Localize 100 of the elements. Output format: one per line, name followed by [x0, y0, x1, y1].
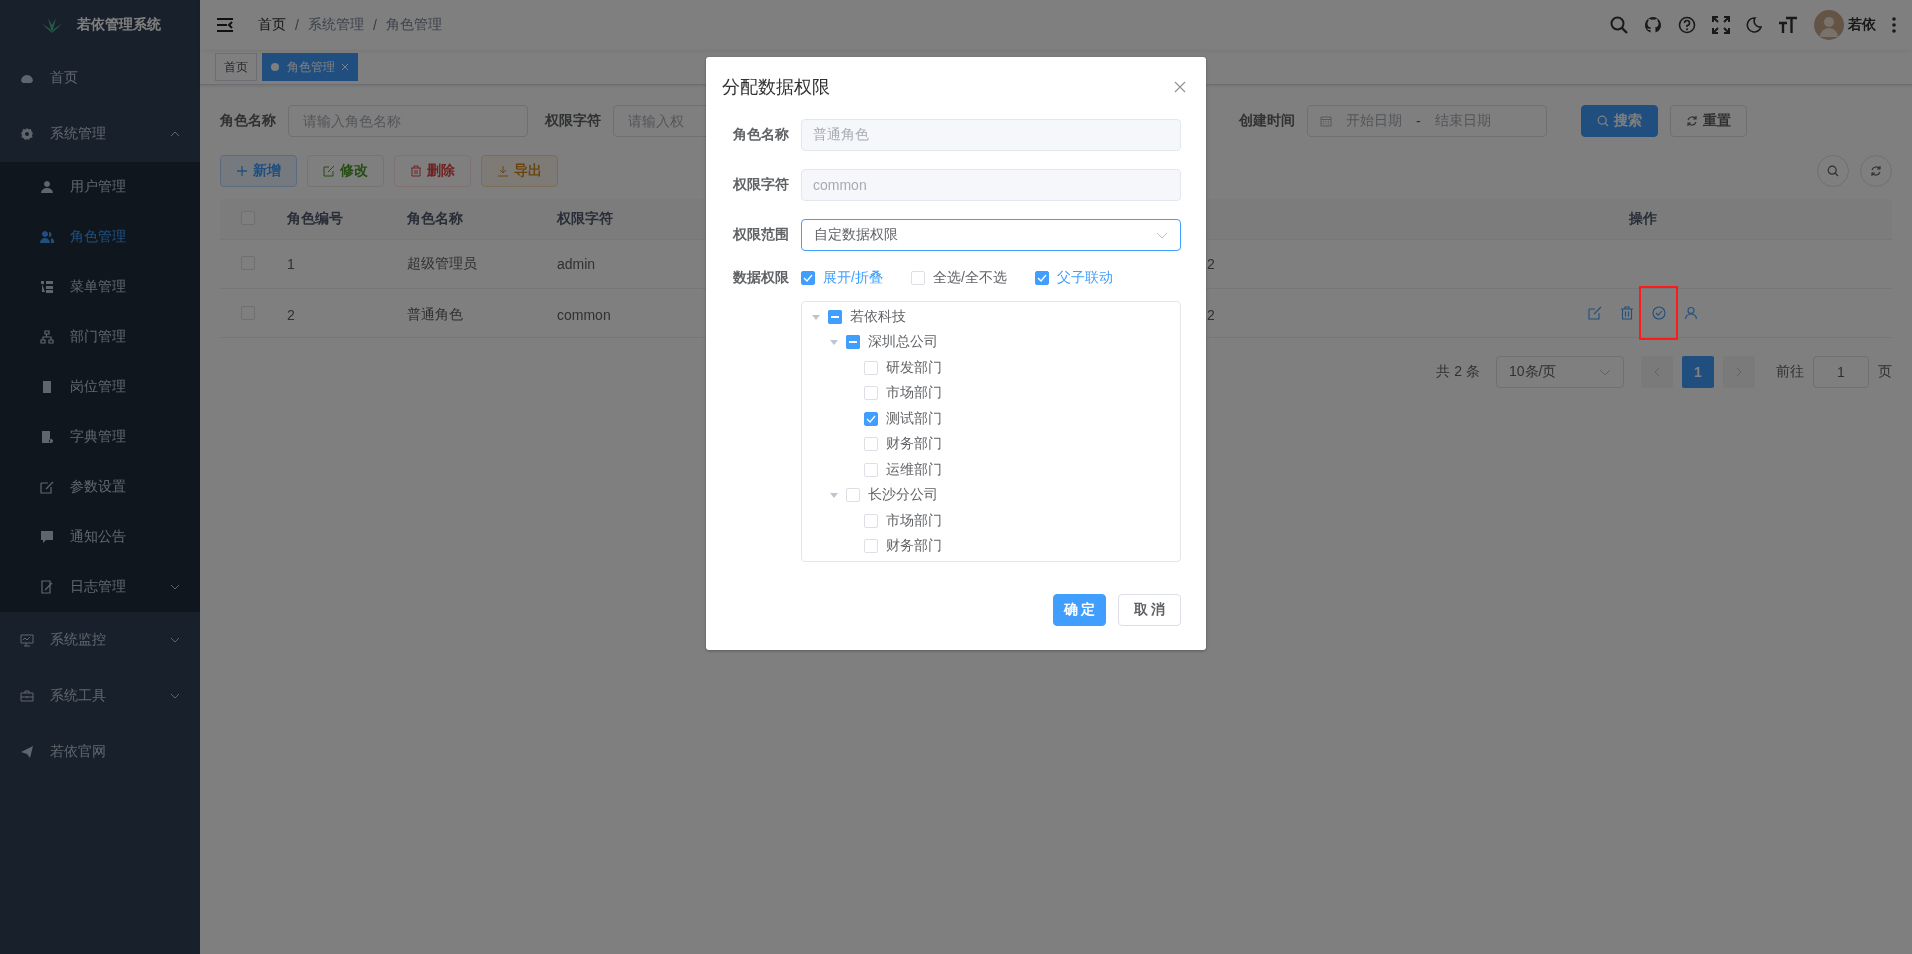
page-size-select[interactable]: 10条/页: [1496, 356, 1624, 388]
download-icon: [497, 165, 509, 177]
cancel-button[interactable]: 取 消: [1118, 594, 1181, 626]
table-cell-text: common: [556, 306, 612, 323]
column-header: 操作: [1627, 210, 1658, 228]
font-size-icon[interactable]: [1778, 16, 1798, 34]
table-cell-text: admin: [556, 256, 597, 272]
edit-icon: [40, 480, 54, 494]
previous-page-button[interactable]: [1641, 356, 1673, 388]
plus-icon: [236, 165, 248, 177]
page-suffix: 页: [1878, 363, 1892, 381]
reset-button[interactable]: 重置: [1670, 105, 1747, 137]
log-icon: [40, 580, 54, 594]
field-label: 创建时间: [1239, 112, 1295, 130]
tree-node-label[interactable]: 市场部门: [886, 384, 942, 403]
chevron-right-icon: [1736, 367, 1742, 377]
app-title: 若依管理系统: [77, 16, 161, 34]
search-toggle-button[interactable]: [1817, 155, 1849, 187]
column-header: 角色编号: [286, 210, 344, 228]
field-label: 权限字符: [732, 176, 789, 194]
search-icon: [1827, 165, 1839, 177]
page-input[interactable]: 1: [1813, 356, 1869, 388]
refresh-icon: [1686, 115, 1698, 127]
tab[interactable]: 角色管理: [262, 53, 358, 81]
avatar[interactable]: [1814, 10, 1844, 40]
menu-item[interactable]: 参数设置: [0, 462, 200, 512]
github-icon[interactable]: [1644, 16, 1662, 34]
menu-item[interactable]: 用户管理: [0, 162, 200, 212]
tree-node-label[interactable]: 若依科技: [850, 307, 906, 326]
tree-node-label[interactable]: 研发部门: [886, 358, 942, 377]
table-cell-text: 2: [286, 306, 296, 323]
checkbox-option[interactable]: 展开/折叠: [801, 269, 883, 287]
toolbar-button[interactable]: 导出: [481, 155, 558, 187]
menu-icon[interactable]: [216, 18, 234, 32]
checkbox-option[interactable]: 父子联动: [1034, 269, 1113, 287]
next-page-button[interactable]: [1723, 356, 1755, 388]
checkbox[interactable]: [801, 271, 815, 285]
field-label: 权限字符: [545, 112, 601, 130]
column-header: 权限字符: [556, 210, 614, 228]
caret-icon: [170, 693, 180, 699]
edit-icon: [323, 165, 335, 177]
search-button[interactable]: 搜索: [1581, 105, 1658, 137]
confirm-button[interactable]: 确 定: [1053, 594, 1106, 626]
chevron-down-icon: [1599, 368, 1611, 376]
page-button[interactable]: 1: [1682, 356, 1714, 388]
field-label: 角色名称: [220, 112, 276, 130]
menu-item[interactable]: 字典管理: [0, 412, 200, 462]
user-name[interactable]: 若依: [1848, 16, 1876, 34]
field-label: 数据权限: [732, 269, 789, 287]
menu-item[interactable]: 系统工具: [0, 668, 200, 724]
close-icon[interactable]: [1174, 81, 1186, 93]
more-icon[interactable]: [1892, 17, 1896, 33]
tree-node-label[interactable]: 测试部门: [886, 409, 942, 428]
toolbar-button[interactable]: 新增: [220, 155, 297, 187]
checkbox[interactable]: [1034, 271, 1049, 285]
tree-node-label[interactable]: 财务部门: [886, 435, 942, 454]
help-icon[interactable]: [1678, 16, 1696, 34]
trash-icon: [410, 165, 422, 177]
document-icon: [40, 430, 54, 444]
tree-node-label[interactable]: 财务部门: [886, 537, 942, 556]
menu-item[interactable]: 部门管理: [0, 312, 200, 362]
breadcrumb-item[interactable]: 首页: [258, 16, 286, 34]
menu-item[interactable]: 系统监控: [0, 612, 200, 668]
refresh-button[interactable]: [1860, 155, 1892, 187]
caret-icon: [170, 131, 180, 137]
menu-item[interactable]: 日志管理: [0, 562, 200, 612]
menu-item[interactable]: 首页: [0, 50, 200, 106]
checkbox[interactable]: [864, 411, 878, 426]
field-label: 角色名称: [732, 126, 789, 144]
tree-node-label[interactable]: 长沙分公司: [868, 486, 938, 505]
menu-item[interactable]: 岗位管理: [0, 362, 200, 412]
breadcrumb-item: 角色管理: [385, 16, 442, 34]
menu-item[interactable]: 系统管理: [0, 106, 200, 162]
chevron-down-icon: [1156, 231, 1168, 239]
search-icon[interactable]: [1610, 16, 1628, 34]
breadcrumb-item: 系统管理: [307, 16, 364, 34]
select-field[interactable]: 自定数据权限: [801, 219, 1181, 251]
checkbox[interactable]: [846, 335, 860, 350]
users-icon: [40, 230, 54, 244]
user-icon: [40, 180, 54, 194]
moon-icon[interactable]: [1746, 17, 1762, 33]
table-cell-text: 1: [286, 256, 296, 272]
menu-item[interactable]: 通知公告: [0, 512, 200, 562]
tree-node-label[interactable]: 运维部门: [886, 460, 942, 479]
tree-node-label[interactable]: 深圳总公司: [868, 333, 938, 352]
org-chart-icon: [40, 330, 54, 344]
checkbox[interactable]: [828, 309, 842, 324]
total-count: 共 2 条: [1436, 363, 1480, 381]
fullscreen-icon[interactable]: [1712, 16, 1730, 34]
table-cell-text: 普通角色: [406, 305, 464, 324]
menu-item[interactable]: 菜单管理: [0, 262, 200, 312]
tab[interactable]: 首页: [215, 53, 257, 81]
breadcrumb-separator: /: [295, 17, 299, 33]
table-cell-text: 超级管理员: [406, 255, 478, 273]
menu-item[interactable]: 若依官网: [0, 724, 200, 780]
caret-icon: [170, 584, 180, 590]
checkbox-option[interactable]: 全选/全不选: [910, 269, 1007, 287]
tree-node-label[interactable]: 市场部门: [886, 511, 942, 530]
menu-item[interactable]: 角色管理: [0, 212, 200, 262]
calendar-icon: [1320, 115, 1332, 127]
